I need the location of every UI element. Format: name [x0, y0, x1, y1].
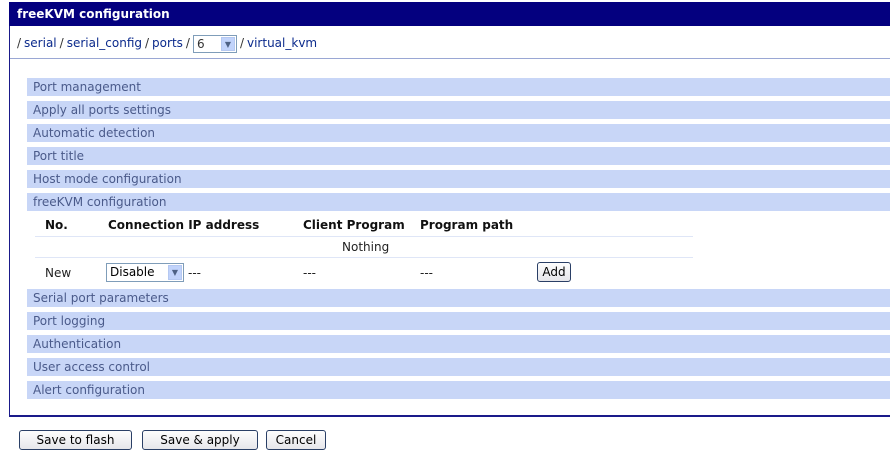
column-header-client: Client Program: [303, 218, 405, 232]
breadcrumb-separator: /: [59, 36, 64, 50]
section-alert-config[interactable]: Alert configuration: [27, 381, 890, 399]
section-host-mode[interactable]: Host mode configuration: [27, 170, 890, 188]
breadcrumb-separator: /: [145, 36, 150, 50]
new-client-value: ---: [303, 266, 316, 280]
chevron-down-icon[interactable]: ▼: [168, 265, 182, 280]
table-divider: [35, 257, 693, 258]
section-authentication[interactable]: Authentication: [27, 335, 890, 353]
breadcrumb-serial-config[interactable]: serial_config: [67, 36, 142, 50]
add-button[interactable]: Add: [537, 262, 571, 282]
new-ip-value: ---: [188, 266, 201, 280]
port-select[interactable]: 6 ▼: [192, 34, 237, 53]
column-header-ip: Connection IP address: [108, 218, 260, 232]
column-header-no: No.: [45, 218, 68, 232]
enable-select-value: Disable: [110, 265, 155, 279]
breadcrumb-ports[interactable]: ports: [152, 36, 183, 50]
column-header-path: Program path: [420, 218, 514, 232]
enable-select[interactable]: Disable ▼: [106, 263, 184, 282]
section-freekvm-config[interactable]: freeKVM configuration: [27, 193, 890, 211]
chevron-down-icon[interactable]: ▼: [220, 36, 235, 51]
save-to-flash-button[interactable]: Save to flash: [19, 430, 132, 450]
section-user-access-control[interactable]: User access control: [27, 358, 890, 376]
divider: [10, 58, 890, 59]
save-and-apply-button[interactable]: Save & apply: [142, 430, 258, 450]
window-title: freeKVM configuration: [9, 2, 890, 26]
breadcrumb-separator: /: [239, 36, 244, 50]
new-row-label: New: [45, 266, 72, 280]
section-automatic-detection[interactable]: Automatic detection: [27, 124, 890, 142]
section-port-title[interactable]: Port title: [27, 147, 890, 165]
section-port-management[interactable]: Port management: [27, 78, 890, 96]
port-select-value: 6: [196, 36, 205, 51]
new-path-value: ---: [420, 266, 433, 280]
cancel-button[interactable]: Cancel: [266, 430, 326, 450]
breadcrumb-virtual-kvm[interactable]: virtual_kvm: [247, 36, 317, 50]
empty-table-text: Nothing: [342, 240, 390, 254]
breadcrumb: / serial / serial_config / ports/6 ▼ / virtual_k…: [14, 33, 317, 53]
section-port-logging[interactable]: Port logging: [27, 312, 890, 330]
section-apply-all-ports[interactable]: Apply all ports settings: [27, 101, 890, 119]
section-serial-port-params[interactable]: Serial port parameters: [27, 289, 890, 307]
table-divider: [35, 236, 693, 237]
breadcrumb-separator: /: [17, 36, 22, 50]
breadcrumb-serial[interactable]: serial: [24, 36, 57, 50]
breadcrumb-separator: /: [185, 36, 190, 50]
